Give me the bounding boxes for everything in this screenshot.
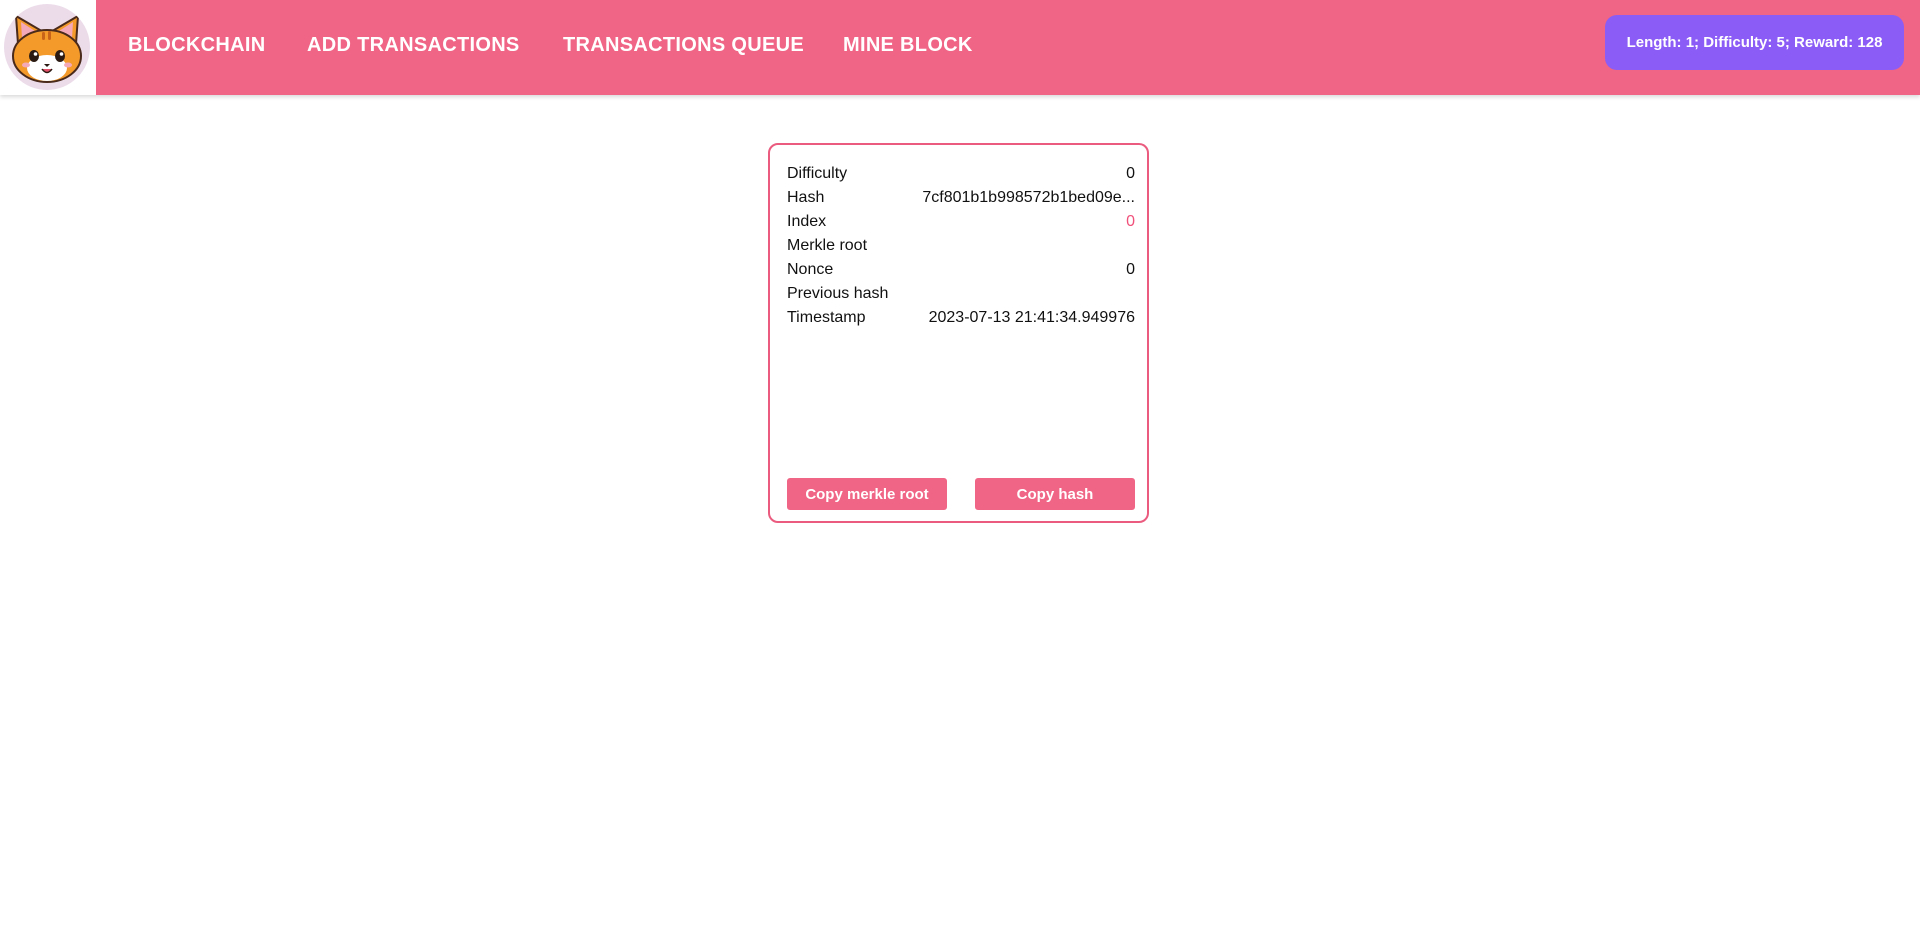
row-value: 0 — [1126, 261, 1135, 278]
top-navbar: BLOCKCHAIN ADD TRANSACTIONS TRANSACTIONS… — [0, 0, 1920, 95]
copy-hash-button[interactable]: Copy hash — [975, 478, 1135, 510]
row-value: 0 — [1126, 165, 1135, 182]
block-row-nonce: Nonce 0 — [787, 258, 1135, 282]
copy-merkle-root-button[interactable]: Copy merkle root — [787, 478, 947, 510]
row-value: 7cf801b1b998572b1bed09e... — [922, 189, 1135, 206]
nav-add-transactions[interactable]: ADD TRANSACTIONS — [307, 34, 520, 57]
nav-blockchain[interactable]: BLOCKCHAIN — [128, 34, 265, 57]
block-row-index: Index 0 — [787, 210, 1135, 234]
block-row-merkle-root: Merkle root — [787, 234, 1135, 258]
row-label: Hash — [787, 189, 825, 206]
row-label: Merkle root — [787, 237, 868, 254]
row-label: Timestamp — [787, 309, 866, 326]
row-label: Difficulty — [787, 165, 848, 182]
cat-face-icon — [4, 4, 90, 90]
block-row-timestamp: Timestamp 2023-07-13 21:41:34.949976 — [787, 306, 1135, 330]
row-label: Nonce — [787, 261, 834, 278]
block-row-hash: Hash 7cf801b1b998572b1bed09e... — [787, 186, 1135, 210]
row-label: Index — [787, 213, 827, 230]
row-label: Previous hash — [787, 285, 889, 302]
row-value: 2023-07-13 21:41:34.949976 — [928, 309, 1135, 326]
block-row-difficulty: Difficulty 0 — [787, 162, 1135, 186]
nav-transactions-queue[interactable]: TRANSACTIONS QUEUE — [563, 34, 804, 57]
block-row-previous-hash: Previous hash — [787, 282, 1135, 306]
chain-stats-badge: Length: 1; Difficulty: 5; Reward: 128 — [1605, 15, 1904, 70]
block-card: Difficulty 0 Hash 7cf801b1b998572b1bed09… — [768, 143, 1149, 523]
logo-container[interactable] — [0, 0, 96, 95]
nav-mine-block[interactable]: MINE BLOCK — [843, 34, 973, 57]
row-value: 0 — [1126, 213, 1135, 230]
